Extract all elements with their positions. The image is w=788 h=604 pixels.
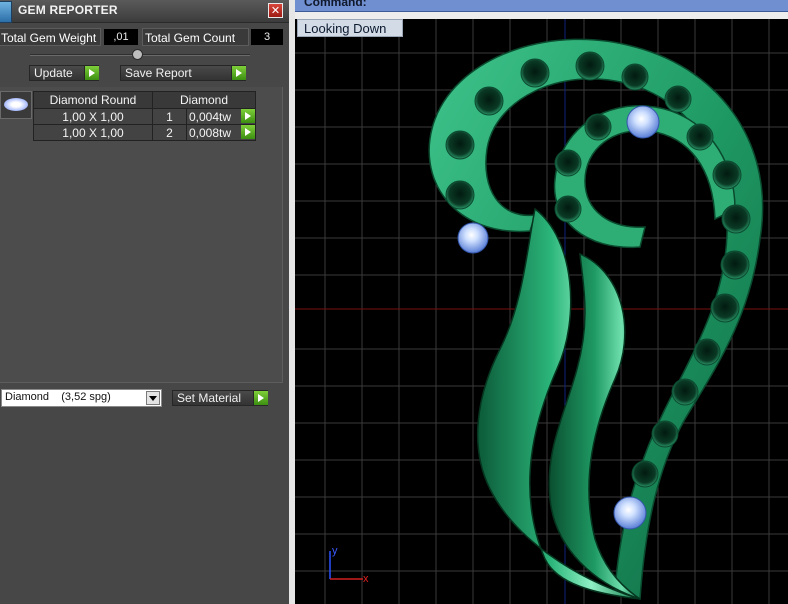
diamond-gem [626, 105, 660, 139]
command-bar[interactable]: Command: [295, 0, 788, 12]
panel-title: GEM REPORTER [18, 3, 118, 17]
material-select[interactable]: Diamond (3,52 spg) [1, 389, 162, 407]
gem-app-icon [0, 1, 12, 23]
save-report-button[interactable]: Save Report [120, 65, 246, 81]
close-button[interactable]: ✕ [268, 3, 283, 18]
green-play-arrow-icon[interactable] [241, 125, 255, 139]
gem-reporter-panel: GEM REPORTER ✕ Total Gem Weight ,01 Tota… [0, 0, 289, 604]
chevron-down-icon[interactable] [146, 391, 160, 405]
diamond-gem [613, 496, 647, 530]
close-icon: ✕ [270, 5, 281, 17]
table-row[interactable]: 1,00 X 1,00 2 0,008tw [33, 124, 256, 141]
gem-weight: 0,004tw [189, 109, 232, 124]
viewport-canvas[interactable]: y x [295, 19, 788, 604]
green-play-arrow-icon [231, 66, 246, 80]
panel-splitter[interactable] [0, 49, 289, 61]
green-play-arrow-icon [253, 391, 268, 405]
gem-count: 1 [152, 108, 187, 125]
viewport-separator [295, 12, 788, 19]
table-row[interactable]: 1,00 X 1,00 1 0,004tw [33, 108, 256, 125]
3d-viewport[interactable]: y x [295, 19, 788, 604]
material-select-value: Diamond (3,52 spg) [5, 391, 111, 403]
splitter-handle[interactable] [132, 49, 143, 60]
gem-table: Diamond Round Diamond 1,00 X 1,00 1 0,00… [33, 91, 256, 141]
axis-y-label: y [332, 545, 338, 557]
total-gem-count-value: 3 [251, 29, 283, 45]
update-button-label: Update [34, 66, 73, 80]
total-gem-weight-label: Total Gem Weight [0, 28, 101, 46]
gem-weight: 0,008tw [189, 125, 232, 140]
gem-size: 1,00 X 1,00 [33, 108, 153, 125]
green-play-arrow-icon[interactable] [241, 109, 255, 123]
view-label[interactable]: Looking Down [297, 19, 403, 37]
total-gem-weight-value: ,01 [104, 29, 138, 45]
panel-title-bar: GEM REPORTER ✕ [0, 0, 289, 23]
set-material-button-label: Set Material [177, 391, 242, 405]
column-header-cut: Diamond Round [33, 91, 153, 109]
column-header-stone: Diamond [152, 91, 256, 109]
view-name: Looking Down [304, 21, 387, 36]
axis-x-label: x [363, 573, 369, 585]
save-report-button-label: Save Report [125, 66, 192, 80]
command-label: Command: [304, 0, 367, 9]
total-gem-count-label: Total Gem Count [142, 28, 249, 46]
gem-weight-cell: 0,008tw [186, 124, 256, 141]
gem-weight-cell: 0,004tw [186, 108, 256, 125]
pendant-leaf-left [476, 207, 641, 600]
green-play-arrow-icon [84, 66, 99, 80]
gem-count: 2 [152, 124, 187, 141]
set-material-button[interactable]: Set Material [172, 390, 268, 406]
round-diamond-icon[interactable] [0, 91, 32, 119]
axis-gizmo: y x [329, 545, 369, 585]
diamond-gem [457, 222, 489, 254]
gem-size: 1,00 X 1,00 [33, 124, 153, 141]
gem-table-header: Diamond Round Diamond [33, 91, 256, 109]
update-button[interactable]: Update [29, 65, 99, 81]
